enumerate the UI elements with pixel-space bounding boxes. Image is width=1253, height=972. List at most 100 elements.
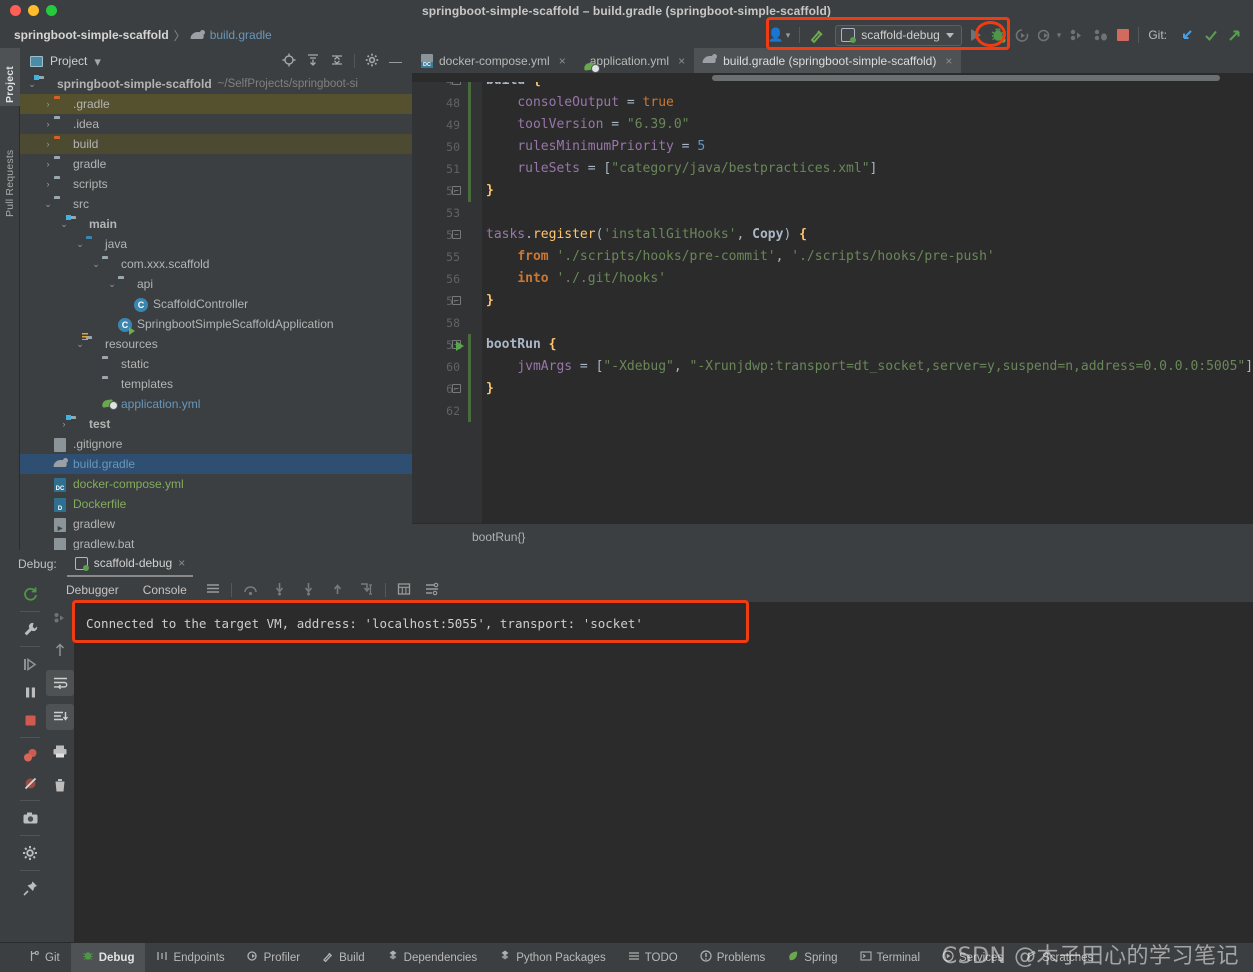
code-content[interactable]: build {− consoleOutput = true toolVersio… bbox=[452, 82, 1253, 523]
status-bar-item-dependencies[interactable]: Dependencies bbox=[376, 943, 489, 972]
zoom-window-button[interactable] bbox=[46, 5, 57, 16]
code-line[interactable]: rulesMinimumPriority = 5 bbox=[486, 136, 705, 158]
settings-list-icon[interactable] bbox=[418, 582, 446, 599]
code-fold-marker[interactable]: − bbox=[452, 230, 461, 239]
stop-icon[interactable] bbox=[16, 706, 44, 734]
rail-item-project[interactable]: Project bbox=[0, 48, 20, 106]
step-out-icon[interactable] bbox=[323, 582, 352, 599]
expand-all-icon[interactable] bbox=[306, 53, 320, 69]
attach-profiler-icon[interactable] bbox=[1065, 23, 1089, 47]
status-bar-item-build[interactable]: Build bbox=[311, 943, 376, 972]
status-bar-item-endpoints[interactable]: Endpoints bbox=[145, 943, 235, 972]
settings-gear-icon[interactable] bbox=[365, 53, 379, 69]
git-push-button[interactable] bbox=[1223, 23, 1247, 47]
tree-node-com-xxx-scaffold[interactable]: ⌄ com.xxx.scaffold bbox=[20, 254, 412, 274]
status-bar-item-todo[interactable]: TODO bbox=[617, 943, 689, 972]
traffic-lights[interactable] bbox=[10, 5, 57, 16]
layout-menu-icon[interactable] bbox=[199, 582, 227, 599]
attach-icon[interactable] bbox=[46, 606, 74, 630]
code-line[interactable]: bootRun { bbox=[486, 334, 556, 356]
editor-tab-bar[interactable]: docker-compose.yml × application.yml × build… bbox=[412, 48, 1253, 73]
status-bar-item-scratches[interactable]: Scratches bbox=[1014, 943, 1104, 972]
code-line[interactable]: tasks.register('installGitHooks', Copy) … bbox=[486, 224, 807, 246]
status-bar-item-debug[interactable]: Debug bbox=[70, 942, 146, 972]
locate-icon[interactable] bbox=[282, 53, 296, 69]
settings-gear-icon[interactable] bbox=[16, 839, 44, 867]
camera-snapshot-icon[interactable] bbox=[16, 804, 44, 832]
tree-node-springbootsimplescaffoldapplication[interactable]: C SpringbootSimpleScaffoldApplication bbox=[20, 314, 412, 335]
tree-expander[interactable]: ⌄ bbox=[26, 79, 38, 90]
tree-expander[interactable]: › bbox=[42, 179, 54, 189]
tree-expander[interactable]: ⌄ bbox=[106, 279, 118, 290]
force-step-into-icon[interactable] bbox=[294, 582, 323, 599]
debug-session-tab[interactable]: scaffold-debug × bbox=[66, 551, 194, 577]
code-line[interactable]: into './.git/hooks' bbox=[486, 268, 666, 290]
soft-wrap-icon[interactable] bbox=[46, 670, 74, 696]
tree-expander[interactable]: ⌄ bbox=[58, 219, 70, 230]
tree-expander[interactable]: ⌄ bbox=[42, 199, 54, 210]
settings-wrench-icon[interactable] bbox=[16, 615, 44, 643]
tree-node-gradlew[interactable]: ▶ gradlew bbox=[20, 514, 412, 534]
pause-icon[interactable] bbox=[16, 678, 44, 706]
scroll-end-icon[interactable] bbox=[46, 704, 74, 730]
attach-debugger-icon[interactable] bbox=[1089, 23, 1113, 47]
code-editor[interactable]: 47484950515253545556575859606162 build {… bbox=[412, 82, 1253, 523]
code-line[interactable]: toolVersion = "6.39.0" bbox=[486, 114, 689, 136]
profiler-button[interactable]: ▾ bbox=[1034, 23, 1066, 47]
tree-node-main[interactable]: ⌄ main bbox=[20, 214, 412, 234]
breadcrumb-project[interactable]: springboot-simple-scaffold bbox=[14, 28, 169, 42]
step-over-icon[interactable] bbox=[236, 582, 265, 599]
console-side-toolbar[interactable] bbox=[46, 602, 74, 942]
status-bar-item-profiler[interactable]: Profiler bbox=[236, 943, 311, 972]
stop-button[interactable] bbox=[1113, 23, 1133, 47]
git-commit-button[interactable] bbox=[1199, 23, 1223, 47]
code-line[interactable]: } bbox=[486, 378, 494, 400]
run-configuration-selector[interactable]: scaffold-debug bbox=[835, 24, 962, 46]
code-line[interactable]: ruleSets = ["category/java/bestpractices… bbox=[486, 158, 877, 180]
tree-node-templates[interactable]: templates bbox=[20, 374, 412, 394]
tree-node--gradle[interactable]: › .gradle bbox=[20, 94, 412, 114]
breakpoints-icon[interactable] bbox=[16, 741, 44, 769]
debug-side-toolbar[interactable] bbox=[14, 578, 46, 942]
tree-node--idea[interactable]: › .idea bbox=[20, 114, 412, 134]
code-fold-marker[interactable]: ⌐ bbox=[452, 296, 461, 305]
scroll-up-icon[interactable] bbox=[46, 638, 74, 662]
minimize-window-button[interactable] bbox=[28, 5, 39, 16]
collapse-all-icon[interactable] bbox=[330, 53, 344, 69]
step-into-icon[interactable] bbox=[265, 582, 294, 599]
tree-expander[interactable]: › bbox=[58, 419, 70, 429]
tree-expander[interactable]: ⌄ bbox=[90, 259, 102, 270]
rerun-icon[interactable] bbox=[16, 580, 44, 608]
close-icon[interactable]: × bbox=[559, 54, 566, 68]
status-bar-item-terminal[interactable]: Terminal bbox=[849, 943, 931, 972]
tree-node-resources[interactable]: ⌄ resources bbox=[20, 334, 412, 354]
tree-node-springboot-simple-scaffold[interactable]: ⌄ springboot-simple-scaffold ~/SelfProject… bbox=[20, 74, 412, 94]
tree-node-build-gradle[interactable]: build.gradle bbox=[20, 454, 412, 474]
hide-panel-icon[interactable]: — bbox=[389, 55, 402, 68]
close-icon[interactable]: × bbox=[678, 54, 685, 68]
status-bar-item-problems[interactable]: Problems bbox=[689, 943, 777, 972]
code-line[interactable]: } bbox=[486, 290, 494, 312]
tree-node-java[interactable]: ⌄ java bbox=[20, 234, 412, 254]
code-fold-marker[interactable]: ⌐ bbox=[452, 384, 461, 393]
code-line[interactable]: } bbox=[486, 180, 494, 202]
code-line[interactable]: from './scripts/hooks/pre-commit', './sc… bbox=[486, 246, 994, 268]
mute-breakpoints-icon[interactable] bbox=[16, 769, 44, 797]
close-icon[interactable]: × bbox=[945, 54, 952, 68]
code-fold-marker[interactable]: − bbox=[452, 82, 461, 85]
editor-tab-docker-compose-yml[interactable]: docker-compose.yml × bbox=[412, 48, 575, 73]
tree-expander[interactable]: ⌄ bbox=[74, 339, 86, 350]
scrollbar-thumb[interactable] bbox=[712, 75, 1220, 81]
status-bar-item-git[interactable]: Git bbox=[18, 943, 71, 972]
print-icon[interactable] bbox=[46, 738, 74, 764]
tree-expander[interactable]: › bbox=[42, 99, 54, 109]
tree-node-scripts[interactable]: › scripts bbox=[20, 174, 412, 194]
code-line[interactable]: build { bbox=[486, 82, 541, 92]
run-gutter-icon[interactable] bbox=[456, 341, 464, 351]
debug-button[interactable] bbox=[985, 23, 1011, 47]
editor-breadcrumb[interactable]: bootRun{} bbox=[412, 523, 1253, 550]
tree-node-gradle[interactable]: › gradle bbox=[20, 154, 412, 174]
close-icon[interactable]: × bbox=[178, 556, 185, 570]
tree-node-dockerfile[interactable]: D Dockerfile bbox=[20, 494, 412, 514]
run-with-coverage-button[interactable] bbox=[1011, 23, 1034, 47]
